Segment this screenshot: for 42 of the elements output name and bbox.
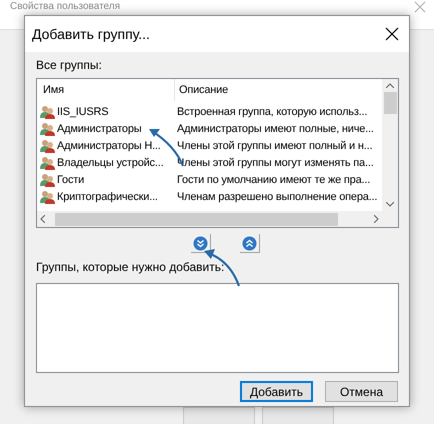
user-group-icon	[40, 172, 55, 186]
selected-groups-list[interactable]	[36, 283, 399, 373]
vertical-scrollbar[interactable]	[382, 79, 398, 211]
dialog-title: Добавить группу...	[32, 26, 150, 42]
dialog-button[interactable]: Отмена	[325, 381, 398, 402]
close-icon[interactable]	[385, 27, 399, 41]
group-name-text: IIS_IUSRS	[57, 106, 108, 118]
window-title: Свойства пользователя	[10, 1, 120, 13]
background-button[interactable]	[262, 407, 334, 424]
group-description: Членам разрешено выполнение опера...	[176, 190, 378, 202]
user-group-icon	[40, 190, 55, 204]
group-name[interactable]: Администраторы H...	[40, 138, 174, 152]
group-description: Встроенная группа, которую использ...	[176, 106, 368, 118]
group-name[interactable]: Владельцы устройс...	[40, 156, 174, 170]
group-name-text: Администраторы H...	[57, 140, 161, 152]
group-description: Администраторы имеют полные, ниче...	[176, 122, 375, 134]
dialog-button[interactable]: Добавить	[240, 381, 313, 402]
field-label: Группы, которые нужно добавить:	[36, 260, 226, 276]
horizontal-scrollbar[interactable]	[37, 211, 382, 227]
group-name[interactable]: IIS_IUSRS	[40, 104, 174, 118]
group-name-text: Владельцы устройс...	[57, 156, 164, 168]
group-name-text: Криптографически...	[57, 190, 158, 202]
group-name[interactable]: Криптографически...	[40, 190, 174, 204]
scroll-down-icon[interactable]	[386, 202, 394, 207]
user-group-icon	[40, 138, 55, 152]
group-name[interactable]: Администраторы	[40, 122, 174, 136]
field-label: Все группы:	[36, 58, 103, 74]
scroll-left-icon[interactable]	[40, 215, 45, 223]
group-name[interactable]: Гости	[40, 172, 174, 186]
user-group-icon	[40, 104, 55, 118]
group-description: Гости по умолчанию имеют те же пра...	[176, 174, 372, 186]
user-group-icon	[40, 122, 55, 136]
column-header[interactable]: Имя	[40, 79, 174, 101]
scrollbar-thumb[interactable]	[55, 212, 338, 226]
group-name-text: Администраторы	[57, 122, 142, 134]
background-button[interactable]	[183, 407, 255, 424]
scroll-right-icon[interactable]	[374, 215, 379, 223]
group-description: Члены этой группы имеют полный и н...	[176, 140, 374, 152]
user-group-icon	[40, 156, 55, 170]
group-name-text: Гости	[57, 174, 84, 186]
scroll-up-icon[interactable]	[386, 83, 394, 88]
scrollbar-thumb[interactable]	[384, 92, 396, 114]
